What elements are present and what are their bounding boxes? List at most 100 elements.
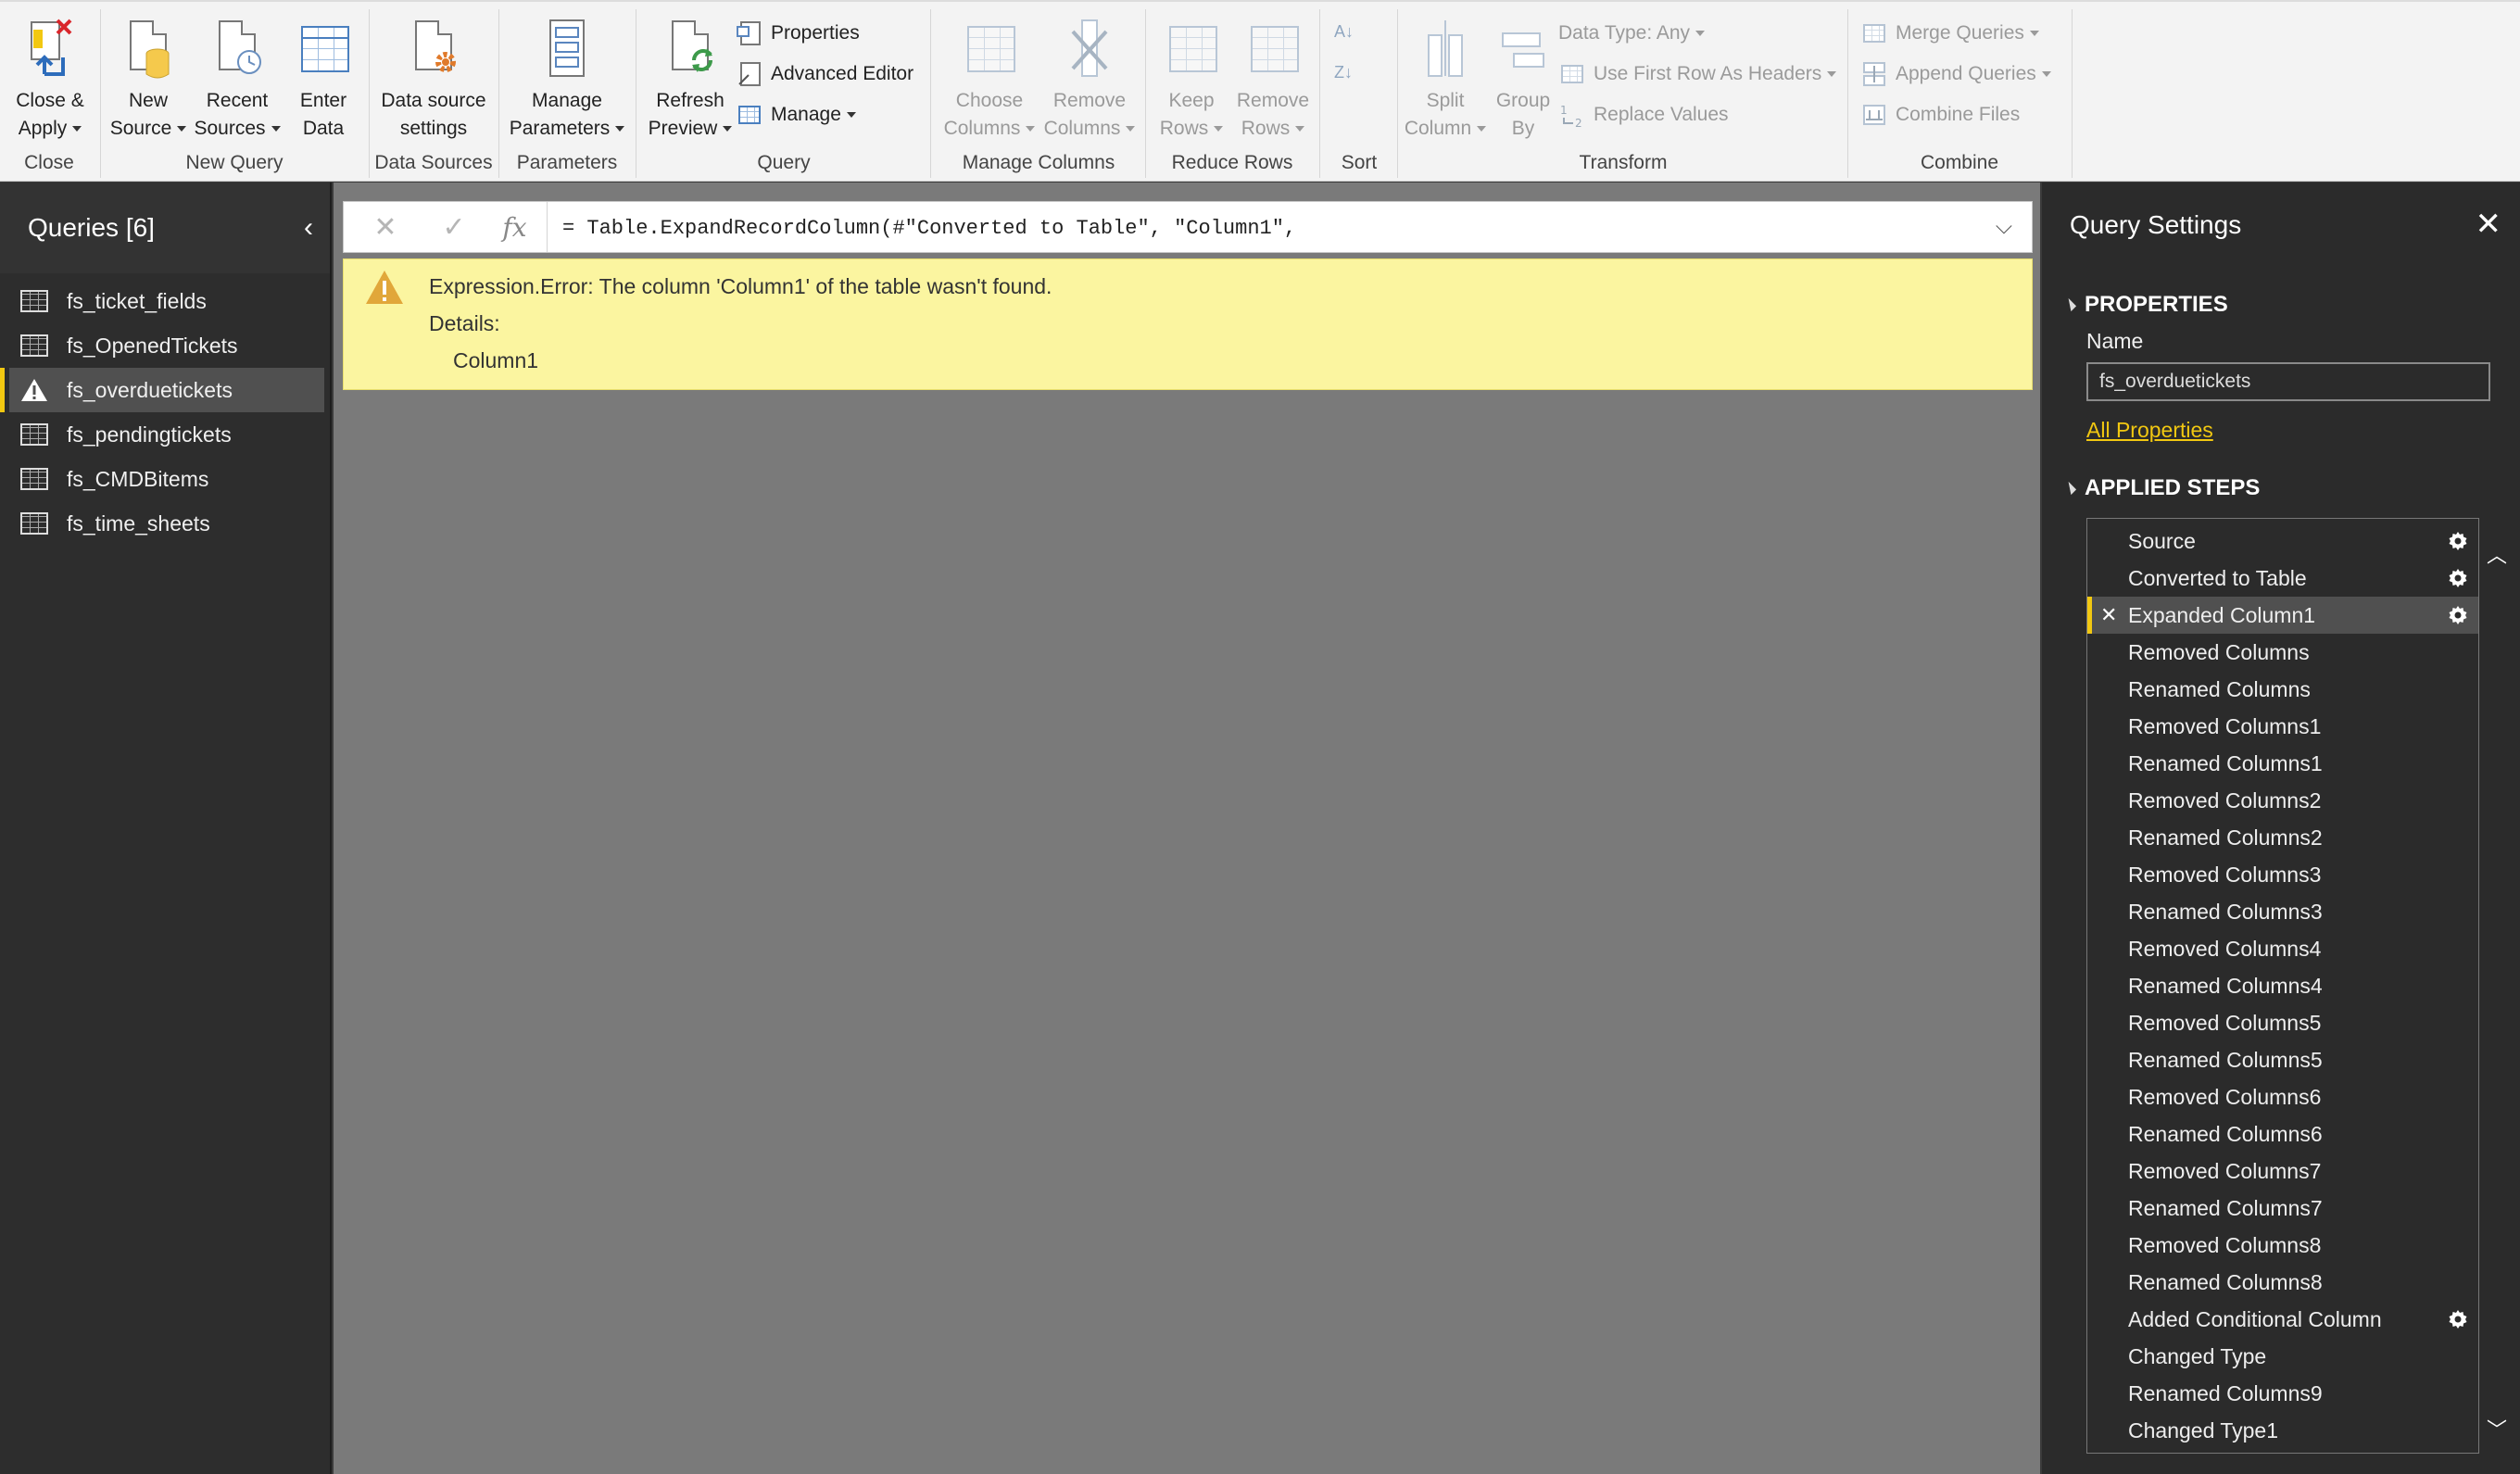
applied-step[interactable]: Source [2087,523,2478,560]
gear-icon[interactable] [2447,567,2469,589]
applied-steps-section-header[interactable]: APPLIED STEPS [2062,475,2260,501]
group-title-close: Close [24,152,74,173]
commit-formula-check-icon[interactable]: ✓ [422,202,486,252]
group-title-reduce-rows: Reduce Rows [1171,152,1293,173]
advanced-editor-button[interactable]: Advanced Editor [736,56,914,93]
append-queries-button[interactable]: Append Queries [1860,56,2051,93]
remove-rows-button[interactable]: Remove Rows [1230,7,1316,143]
split-column-button[interactable]: Split Column [1401,7,1490,143]
enter-data-button[interactable]: Enter Data [284,7,363,143]
manage-parameters-button[interactable]: Manage Parameters [506,7,628,143]
replace-values-button[interactable]: 12 Replace Values [1558,96,1729,133]
properties-header-label: PROPERTIES [2085,292,2228,317]
applied-step[interactable]: Renamed Columns [2087,671,2478,708]
applied-step[interactable]: ✕ Expanded Column1 [2087,597,2478,634]
applied-step[interactable]: Renamed Columns8 [2087,1264,2478,1301]
query-item-fs-ticket-fields[interactable]: fs_ticket_fields [9,279,324,323]
new-source-button[interactable]: New Source [107,7,189,143]
cancel-formula-x-icon[interactable]: ✕ [353,202,418,252]
applied-step[interactable]: Renamed Columns5 [2087,1041,2478,1078]
enter-data-icon [296,17,351,82]
gear-icon[interactable] [2447,530,2469,552]
applied-step[interactable]: Removed Columns6 [2087,1078,2478,1115]
applied-step[interactable]: Renamed Columns1 [2087,745,2478,782]
new-source-label-2: Source [109,118,172,139]
gear-icon[interactable] [2447,1308,2469,1330]
applied-step[interactable]: Removed Columns [2087,634,2478,671]
applied-step[interactable]: Removed Columns8 [2087,1227,2478,1264]
error-details-label: Details: [429,311,500,335]
applied-step[interactable]: Removed Columns2 [2087,782,2478,819]
applied-step-label: Renamed Columns [2128,676,2311,701]
group-by-button[interactable]: Group By [1488,7,1558,143]
refresh-preview-button[interactable]: Refresh Preview [641,7,739,143]
query-item-label: fs_overduetickets [67,377,233,402]
applied-steps-scrollbar[interactable]: ︿ ﹀ [2479,518,2514,1454]
merge-queries-button[interactable]: Merge Queries [1860,15,2039,52]
queries-list: fs_ticket_fields fs_OpenedTickets fs_ove… [0,279,330,546]
applied-step[interactable]: Renamed Columns4 [2087,967,2478,1004]
applied-step[interactable]: Changed Type [2087,1338,2478,1375]
close-icon[interactable]: ✕ [2476,208,2502,240]
keep-rows-label-1: Keep [1168,90,1215,111]
applied-step-label: Expanded Column1 [2128,602,2316,627]
merge-queries-icon [1860,19,1888,47]
applied-step[interactable]: Changed Type1 [2087,1412,2478,1449]
query-item-fs-pendingtickets[interactable]: fs_pendingtickets [9,412,324,457]
expand-formula-chevron-down-icon[interactable]: ⌵ [1985,202,2022,252]
chevron-down-icon [723,126,733,132]
query-name-input[interactable] [2086,362,2490,401]
query-item-fs-time-sheets[interactable]: fs_time_sheets [9,501,324,546]
new-source-label-1: New [128,90,168,111]
applied-step[interactable]: Renamed Columns2 [2087,819,2478,856]
collapse-pane-chevron-left-icon[interactable]: ‹ [304,214,313,242]
applied-step[interactable]: Added Conditional Column [2087,1301,2478,1338]
applied-step[interactable]: Removed Columns7 [2087,1153,2478,1190]
properties-button[interactable]: Properties [736,15,860,52]
step-error-x-icon[interactable]: ✕ [2100,603,2117,627]
applied-step[interactable]: Renamed Columns6 [2087,1115,2478,1153]
applied-step[interactable]: Removed Columns5 [2087,1004,2478,1041]
applied-step[interactable]: Converted to Table [2087,560,2478,597]
sort-descending-button[interactable]: Z↓ [1334,54,1353,91]
combine-files-button[interactable]: Combine Files [1860,96,2020,133]
group-title-transform: Transform [1579,152,1668,173]
applied-step-label: Renamed Columns8 [2128,1269,2323,1294]
ribbon-group-parameters: Manage Parameters Parameters [500,2,634,182]
fx-icon[interactable]: fx [483,202,548,252]
applied-step[interactable]: Removed Columns4 [2087,930,2478,967]
query-item-fs-overduetickets[interactable]: fs_overduetickets [0,368,324,412]
applied-step[interactable]: Renamed Columns3 [2087,893,2478,930]
use-first-row-headers-button[interactable]: Use First Row As Headers [1558,56,1837,93]
close-apply-button[interactable]: Close & Apply [7,7,93,143]
keep-rows-button[interactable]: Keep Rows [1151,7,1232,143]
properties-section-header[interactable]: PROPERTIES [2062,292,2228,318]
query-item-fs-openedtickets[interactable]: fs_OpenedTickets [9,323,324,368]
all-properties-link[interactable]: All Properties [2086,418,2213,443]
gear-icon[interactable] [2447,604,2469,626]
scroll-up-chevron-icon[interactable]: ︿ [2485,544,2509,568]
chevron-down-icon [1026,126,1036,132]
formula-input[interactable] [562,209,1952,246]
data-type-dropdown[interactable]: Data Type: Any [1558,15,1706,52]
manage-button[interactable]: Manage [736,96,856,133]
query-item-fs-cmdbitems[interactable]: fs_CMDBitems [9,457,324,501]
choose-columns-button[interactable]: Choose Columns [938,7,1041,143]
applied-step[interactable]: Removed Columns1 [2087,708,2478,745]
data-source-settings-label-1: Data source [381,90,486,111]
sort-ascending-button[interactable]: A↓ [1334,13,1354,50]
applied-steps-list: Source Converted to Table ✕ Expanded Column… [2086,518,2479,1454]
applied-step[interactable]: Removed Columns3 [2087,856,2478,893]
close-apply-icon [22,17,78,82]
refresh-preview-label-1: Refresh [656,90,724,111]
recent-sources-button[interactable]: Recent Sources [191,7,284,143]
remove-columns-button[interactable]: Remove Columns [1038,7,1141,143]
applied-step[interactable]: Renamed Columns9 [2087,1375,2478,1412]
data-source-settings-button[interactable]: Data source settings [374,7,493,143]
chevron-down-icon [177,126,187,132]
applied-step[interactable]: Renamed Columns7 [2087,1190,2478,1227]
applied-step-label: Removed Columns6 [2128,1084,2322,1109]
collapse-triangle-icon [2062,481,2077,496]
scroll-down-chevron-icon[interactable]: ﹀ [2485,1418,2509,1443]
query-settings-title: Query Settings [2070,210,2242,239]
